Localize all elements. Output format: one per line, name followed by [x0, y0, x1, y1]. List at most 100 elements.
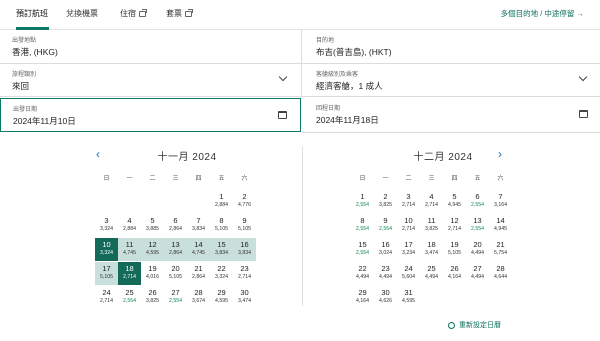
calendar-day[interactable]: 11 3,825 — [420, 214, 443, 237]
multi-city-link[interactable]: 多個目的地 / 中途停留 → — [501, 8, 584, 19]
calendar-day[interactable]: 25 2,554 — [118, 286, 141, 309]
calendar-day[interactable]: 6 2,554 — [466, 190, 489, 213]
calendar-day[interactable]: 11 4,745 — [118, 238, 141, 261]
calendar-day[interactable]: 29 4,595 — [210, 286, 233, 309]
day-number: 20 — [171, 264, 180, 273]
calendar-day[interactable]: 2 3,825 — [374, 190, 397, 213]
calendar-day[interactable]: 18 3,474 — [420, 238, 443, 261]
calendar-day[interactable]: 13 2,864 — [164, 238, 187, 261]
calendar-day[interactable]: 5 4,945 — [443, 190, 466, 213]
day-price: 2,554 — [356, 226, 369, 232]
day-price: 5,105 — [100, 274, 113, 280]
day-number: 21 — [496, 240, 505, 249]
calendar-day[interactable]: 4 2,884 — [118, 214, 141, 237]
calendar-day[interactable]: 23 4,494 — [374, 262, 397, 285]
weekday-label: 二 — [405, 176, 412, 182]
calendar-day[interactable]: 15 2,554 — [351, 238, 374, 261]
calendar-day[interactable]: 1 2,884 — [210, 190, 233, 213]
calendar-day[interactable]: 29 4,164 — [351, 286, 374, 309]
tab-book-flights[interactable]: 預訂航班 — [16, 8, 48, 19]
calendar-day[interactable]: 3 3,324 — [95, 214, 118, 237]
calendar-day[interactable]: 13 2,554 — [466, 214, 489, 237]
calendar-day[interactable]: 4 2,714 — [420, 190, 443, 213]
tab-redeem-tickets[interactable]: 兌換機票 — [66, 8, 98, 19]
calendar-day[interactable]: 7 3,834 — [187, 214, 210, 237]
day-price: 2,554 — [471, 226, 484, 232]
calendar-day[interactable]: 15 3,834 — [210, 238, 233, 261]
calendar-day[interactable]: 26 4,164 — [443, 262, 466, 285]
calendar-day[interactable]: 23 2,714 — [233, 262, 256, 285]
calendar-day[interactable]: 30 4,626 — [374, 286, 397, 309]
day-number: 1 — [219, 192, 224, 201]
calendar-day[interactable]: 28 4,644 — [489, 262, 512, 285]
calendar-day[interactable]: 20 5,105 — [164, 262, 187, 285]
calendar-day[interactable]: 7 3,164 — [489, 190, 512, 213]
trip-type-select[interactable]: 旅程類別 來回 — [0, 64, 300, 96]
calendar-day[interactable]: 10 2,714 — [397, 214, 420, 237]
calendar-day[interactable]: 3 2,714 — [397, 190, 420, 213]
calendar-day[interactable]: 21 5,754 — [489, 238, 512, 261]
calendar-day[interactable]: 16 3,834 — [233, 238, 256, 261]
day-number: 25 — [125, 288, 134, 297]
calendar-day[interactable]: 8 5,105 — [210, 214, 233, 237]
day-price: 4,776 — [238, 202, 251, 208]
reset-calendar-button[interactable]: 重新設定日曆 — [448, 320, 501, 330]
return-date-field[interactable]: 回程日期 2024年11月18日 — [304, 98, 600, 132]
calendar-day[interactable]: 22 3,324 — [210, 262, 233, 285]
day-price: 3,324 — [100, 226, 113, 232]
calendar-day[interactable]: 10 3,324 — [95, 238, 118, 261]
calendar-day[interactable]: 14 4,745 — [187, 238, 210, 261]
calendar-day[interactable]: 24 2,714 — [95, 286, 118, 309]
day-number: 25 — [427, 264, 436, 273]
day-price: 2,554 — [356, 202, 369, 208]
destination-field[interactable]: 目的地 布吉(普吉島), (HKT) — [304, 30, 600, 63]
calendar-day[interactable]: 12 2,714 — [443, 214, 466, 237]
calendar-day[interactable]: 12 4,595 — [141, 238, 164, 261]
day-number: 11 — [427, 216, 436, 225]
origin-field[interactable]: 出發地點 香港, (HKG) — [0, 30, 300, 63]
calendar-day[interactable]: 20 4,494 — [466, 238, 489, 261]
day-number: 29 — [358, 288, 367, 297]
cabin-passengers-select[interactable]: 客艙級別及乘客 經濟客艙，1 成人 — [304, 64, 600, 96]
day-number: 29 — [217, 288, 226, 297]
day-number: 8 — [219, 216, 224, 225]
calendar-day[interactable]: 28 3,674 — [187, 286, 210, 309]
trip-type-label: 旅程類別 — [12, 72, 37, 78]
month-title: 十一月 2024 — [157, 152, 217, 163]
calendar-day[interactable]: 19 4,016 — [141, 262, 164, 285]
calendar-day[interactable]: 17 3,234 — [397, 238, 420, 261]
calendar-day[interactable]: 8 2,554 — [351, 214, 374, 237]
depart-date-field[interactable]: 出發日期 2024年11月10日 — [0, 98, 301, 132]
calendar-day[interactable]: 14 4,945 — [489, 214, 512, 237]
calendar-day[interactable]: 1 2,554 — [351, 190, 374, 213]
day-number: 21 — [194, 264, 203, 273]
day-number: 16 — [240, 240, 249, 249]
calendar-day[interactable]: 24 5,604 — [397, 262, 420, 285]
calendar-day[interactable]: 6 2,864 — [164, 214, 187, 237]
calendar-day[interactable]: 21 2,864 — [187, 262, 210, 285]
calendar-day[interactable]: 2 4,776 — [233, 190, 256, 213]
calendar-day[interactable]: 9 2,554 — [374, 214, 397, 237]
calendar-day[interactable]: 25 4,494 — [420, 262, 443, 285]
calendar-day[interactable]: 9 5,105 — [233, 214, 256, 237]
tab-hotels[interactable]: 住宿 — [120, 8, 147, 19]
calendar-day[interactable]: 17 5,105 — [95, 262, 118, 285]
day-number: 9 — [383, 216, 388, 225]
calendar-day[interactable]: 27 4,494 — [466, 262, 489, 285]
tab-packages[interactable]: 套票 — [166, 8, 193, 19]
calendar-day[interactable]: 18 2,714 — [118, 262, 141, 285]
day-number: 2 — [383, 192, 388, 201]
calendar-day[interactable]: 26 3,825 — [141, 286, 164, 309]
day-number: 22 — [217, 264, 226, 273]
day-price: 5,754 — [494, 250, 507, 256]
day-number: 31 — [404, 288, 413, 297]
calendar-day[interactable]: 31 4,595 — [397, 286, 420, 309]
calendar-day[interactable]: 22 4,494 — [351, 262, 374, 285]
weekday-label: 一 — [126, 176, 133, 182]
calendar-day[interactable]: 19 5,105 — [443, 238, 466, 261]
chevron-down-icon — [278, 72, 288, 82]
calendar-day[interactable]: 30 3,474 — [233, 286, 256, 309]
calendar-day[interactable]: 5 3,885 — [141, 214, 164, 237]
calendar-day[interactable]: 27 2,554 — [164, 286, 187, 309]
calendar-day[interactable]: 16 3,024 — [374, 238, 397, 261]
